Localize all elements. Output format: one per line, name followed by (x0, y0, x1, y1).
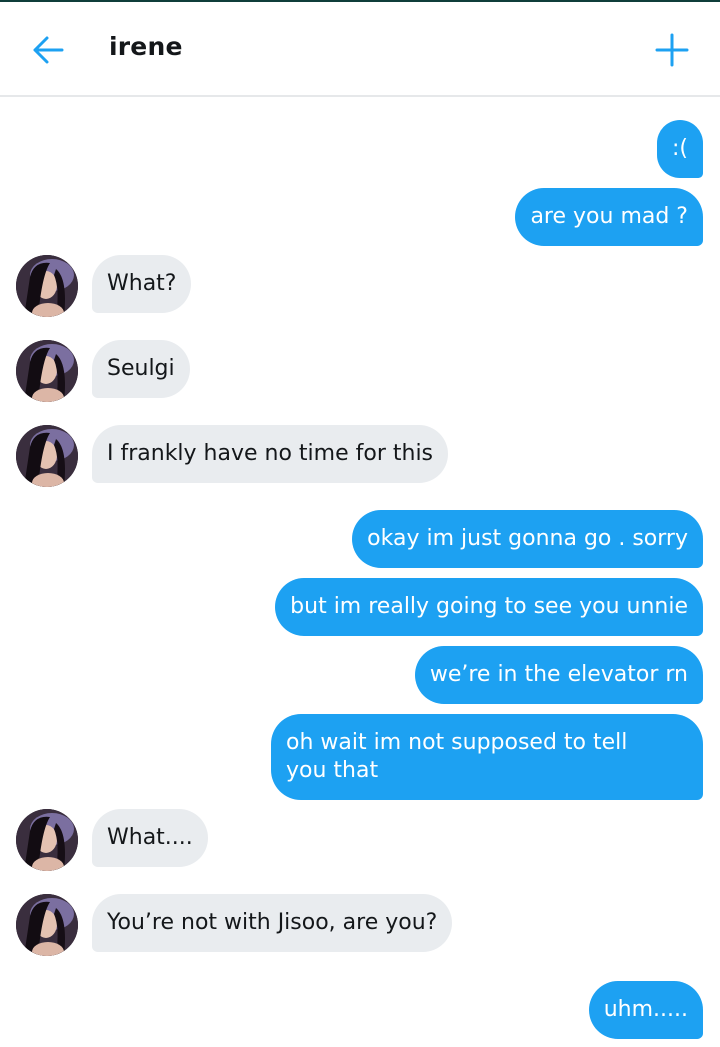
add-button[interactable] (648, 28, 696, 72)
conversation-title: irene (109, 32, 183, 61)
contact-avatar[interactable] (16, 894, 78, 956)
message-bubble-received: You’re not with Jisoo, are you? (92, 894, 453, 952)
back-button[interactable] (26, 30, 70, 70)
message-bubble-sent: are you mad ? (515, 188, 703, 246)
message-bubble-sent: okay im just gonna go . sorry (352, 510, 703, 568)
contact-avatar[interactable] (16, 425, 78, 487)
message-bubble-received: What? (92, 255, 192, 313)
message-bubble-sent: but im really going to see you unnie (275, 578, 703, 636)
arrow-left-icon (33, 36, 64, 64)
message-bubble-received: Seulgi (92, 340, 190, 398)
contact-avatar[interactable] (16, 340, 78, 402)
message-bubble-received: What.... (92, 809, 208, 867)
message-bubble-sent: uhm..... (588, 981, 703, 1039)
plus-icon (655, 33, 689, 67)
message-bubble-sent: :( (657, 120, 703, 178)
message-bubble-sent: we’re in the elevator rn (414, 646, 703, 704)
contact-avatar[interactable] (16, 809, 78, 871)
message-thread: :( are you mad ? What? Seulgi I frankly … (0, 99, 720, 1047)
message-bubble-sent: oh wait im not supposed to tell you that (271, 714, 703, 800)
contact-avatar[interactable] (16, 255, 78, 317)
conversation-header: irene (0, 2, 720, 97)
message-bubble-received: I frankly have no time for this (92, 425, 449, 483)
